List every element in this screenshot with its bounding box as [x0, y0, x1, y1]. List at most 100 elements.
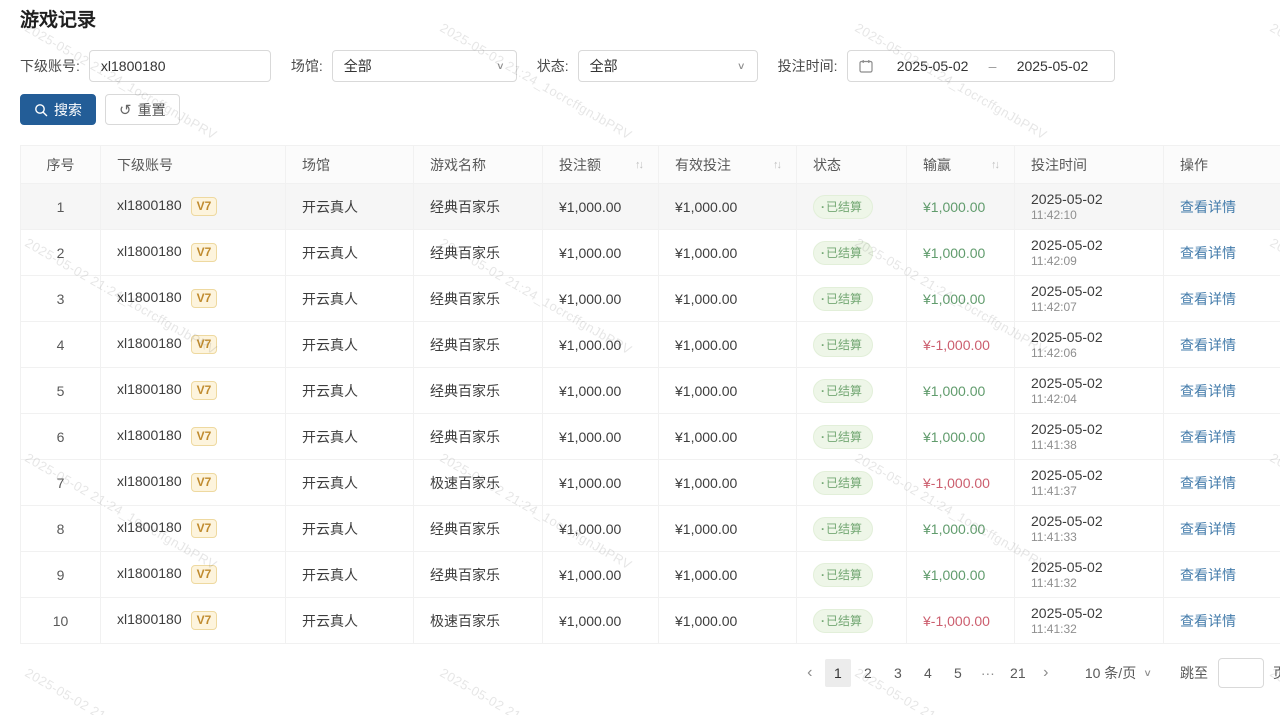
cell-bet-time: 2025-05-02 11:41:32: [1015, 598, 1164, 644]
status-dot-icon: ·: [821, 522, 825, 536]
cell-bet-time: 2025-05-02 11:42:10: [1015, 184, 1164, 230]
cell-game: 经典百家乐: [414, 368, 543, 414]
cell-action: 查看详情: [1164, 368, 1280, 414]
cell-bet-amount: ¥1,000.00: [543, 368, 659, 414]
status-select[interactable]: 全部 ∨: [578, 50, 758, 82]
page-button[interactable]: 21: [1005, 659, 1031, 687]
filter-venue: 场馆: 全部 ∨: [291, 50, 537, 82]
search-icon: [34, 103, 48, 117]
cell-venue: 开云真人: [286, 276, 414, 322]
win-amount: ¥-1,000.00: [923, 475, 990, 491]
cell-venue: 开云真人: [286, 506, 414, 552]
account-value: xl1800180: [117, 473, 182, 489]
view-details-link[interactable]: 查看详情: [1180, 429, 1236, 445]
cell-valid-bet: ¥1,000.00: [659, 414, 797, 460]
cell-action: 查看详情: [1164, 414, 1280, 460]
view-details-link[interactable]: 查看详情: [1180, 613, 1236, 629]
account-input[interactable]: [89, 50, 271, 82]
table-row: 5 xl1800180V7 开云真人 经典百家乐 ¥1,000.00 ¥1,00…: [21, 368, 1280, 414]
bet-date: 2025-05-02: [1031, 328, 1147, 346]
account-value: xl1800180: [117, 565, 182, 581]
sort-icon[interactable]: ↑↓: [773, 159, 780, 171]
view-details-link[interactable]: 查看详情: [1180, 199, 1236, 215]
page-button[interactable]: 2: [855, 659, 881, 687]
reset-button[interactable]: ↺ 重置: [105, 94, 180, 125]
view-details-link[interactable]: 查看详情: [1180, 291, 1236, 307]
account-value: xl1800180: [117, 519, 182, 535]
page-size-select[interactable]: 10 条/页 ∨: [1085, 663, 1152, 683]
cell-action: 查看详情: [1164, 322, 1280, 368]
cell-index: 10: [21, 598, 101, 644]
account-value: xl1800180: [117, 289, 182, 305]
cell-win-loss: ¥1,000.00: [907, 230, 1015, 276]
cell-account: xl1800180V7: [101, 414, 286, 460]
bet-time: 11:41:33: [1031, 530, 1147, 545]
cell-index: 4: [21, 322, 101, 368]
view-details-link[interactable]: 查看详情: [1180, 383, 1236, 399]
search-button-label: 搜索: [54, 100, 82, 120]
cell-win-loss: ¥-1,000.00: [907, 322, 1015, 368]
page-button[interactable]: 3: [885, 659, 911, 687]
date-start[interactable]: 2025-05-02: [883, 58, 983, 74]
page-button[interactable]: 5: [945, 659, 971, 687]
vip-level-badge: V7: [191, 473, 218, 492]
chevron-down-icon: ∨: [1143, 667, 1152, 678]
sort-icon[interactable]: ↑↓: [635, 159, 642, 171]
cell-bet-time: 2025-05-02 11:41:32: [1015, 552, 1164, 598]
cell-index: 8: [21, 506, 101, 552]
reset-button-label: 重置: [138, 100, 166, 120]
date-separator: –: [983, 58, 1003, 74]
cell-game: 经典百家乐: [414, 322, 543, 368]
cell-game: 经典百家乐: [414, 414, 543, 460]
win-amount: ¥-1,000.00: [923, 613, 990, 629]
bet-time: 11:42:06: [1031, 346, 1147, 361]
status-badge: ·已结算: [813, 287, 873, 311]
cell-valid-bet: ¥1,000.00: [659, 552, 797, 598]
cell-status: ·已结算: [797, 414, 907, 460]
view-details-link[interactable]: 查看详情: [1180, 521, 1236, 537]
cell-status: ·已结算: [797, 368, 907, 414]
view-details-link[interactable]: 查看详情: [1180, 245, 1236, 261]
view-details-link[interactable]: 查看详情: [1180, 475, 1236, 491]
sort-icon[interactable]: ↑↓: [991, 159, 998, 171]
cell-valid-bet: ¥1,000.00: [659, 460, 797, 506]
header-valid-bet[interactable]: 有效投注 ↑↓: [659, 146, 797, 184]
cell-valid-bet: ¥1,000.00: [659, 230, 797, 276]
status-badge: ·已结算: [813, 333, 873, 357]
cell-bet-time: 2025-05-02 11:41:37: [1015, 460, 1164, 506]
cell-index: 9: [21, 552, 101, 598]
cell-index: 3: [21, 276, 101, 322]
status-badge: ·已结算: [813, 379, 873, 403]
view-details-link[interactable]: 查看详情: [1180, 567, 1236, 583]
account-value: xl1800180: [117, 427, 182, 443]
table-row: 10 xl1800180V7 开云真人 极速百家乐 ¥1,000.00 ¥1,0…: [21, 598, 1280, 644]
header-bet-amount[interactable]: 投注额 ↑↓: [543, 146, 659, 184]
cell-bet-amount: ¥1,000.00: [543, 552, 659, 598]
cell-game: 经典百家乐: [414, 230, 543, 276]
bet-date: 2025-05-02: [1031, 190, 1147, 208]
cell-action: 查看详情: [1164, 598, 1280, 644]
status-badge: ·已结算: [813, 517, 873, 541]
header-venue: 场馆: [286, 146, 414, 184]
venue-select[interactable]: 全部 ∨: [332, 50, 517, 82]
page-title: 游戏记录: [20, 10, 1280, 32]
cell-valid-bet: ¥1,000.00: [659, 322, 797, 368]
header-actions: 操作: [1164, 146, 1280, 184]
jump-page-input[interactable]: [1218, 658, 1264, 688]
date-range-picker[interactable]: 2025-05-02 – 2025-05-02: [847, 50, 1115, 82]
cell-win-loss: ¥1,000.00: [907, 368, 1015, 414]
cell-game: 经典百家乐: [414, 506, 543, 552]
next-page-button[interactable]: ›: [1033, 659, 1059, 687]
page-button[interactable]: 1: [825, 659, 851, 687]
search-button[interactable]: 搜索: [20, 94, 96, 125]
view-details-link[interactable]: 查看详情: [1180, 337, 1236, 353]
win-amount: ¥1,000.00: [923, 521, 985, 537]
cell-venue: 开云真人: [286, 368, 414, 414]
date-end[interactable]: 2025-05-02: [1002, 58, 1102, 74]
cell-status: ·已结算: [797, 552, 907, 598]
status-select-value: 全部: [590, 56, 618, 76]
records-table: 序号 下级账号 场馆 游戏名称 投注额 ↑↓ 有效投注 ↑↓ 状态: [20, 145, 1280, 644]
page-button[interactable]: 4: [915, 659, 941, 687]
header-win-loss[interactable]: 输赢 ↑↓: [907, 146, 1015, 184]
prev-page-button[interactable]: ‹: [797, 659, 823, 687]
